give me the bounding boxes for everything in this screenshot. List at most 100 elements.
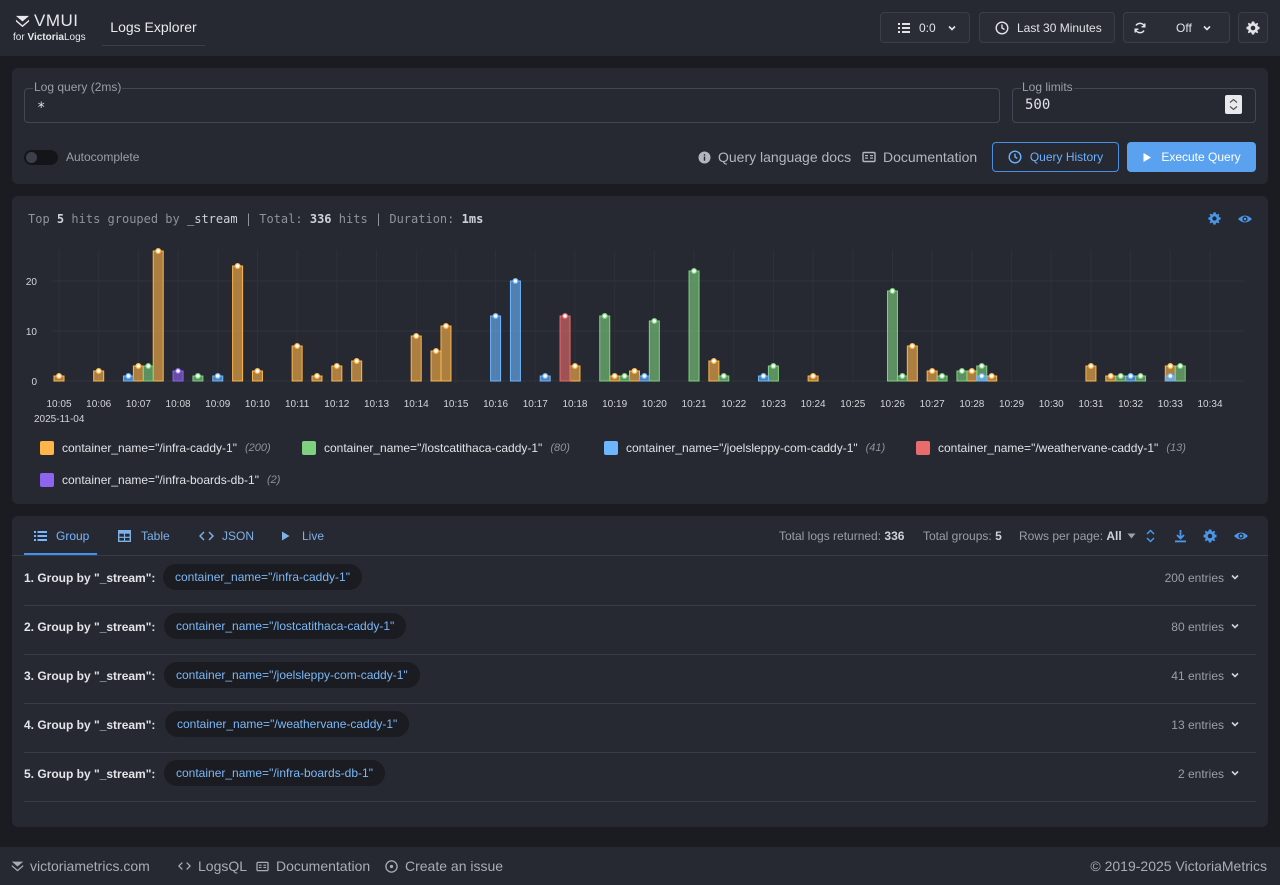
history-icon: [1008, 150, 1022, 164]
documentation-link[interactable]: Documentation: [862, 149, 977, 165]
tenant-label: 0:0: [919, 20, 936, 35]
group-row[interactable]: 4. Group by "_stream": container_name="/w…: [24, 704, 1256, 753]
chart-bar[interactable]: [648, 320, 660, 382]
chart-bar[interactable]: [430, 350, 442, 382]
visibility-eye-icon[interactable]: [1233, 529, 1249, 543]
chart-bar-point: [353, 357, 360, 364]
log-limits-input[interactable]: Log limits 500: [1012, 80, 1256, 123]
chart-bar-point: [1177, 362, 1184, 369]
chevron-down-icon[interactable]: [1230, 719, 1240, 729]
group-row[interactable]: 1. Group by "_stream": container_name="/i…: [24, 557, 1256, 606]
list-icon: [34, 531, 47, 541]
chart-bar[interactable]: [232, 265, 244, 382]
chevron-down-icon[interactable]: [1230, 768, 1240, 778]
chart-settings-icon[interactable]: [1207, 211, 1222, 226]
chart-bar-point: [442, 322, 449, 329]
group-entry-count: 80 entries: [1171, 620, 1224, 634]
total-logs-returned: Total logs returned: 336: [779, 529, 905, 543]
spinner-arrows-icon: [1229, 98, 1238, 111]
chart-bar-point: [313, 373, 320, 380]
tab-table[interactable]: Table: [118, 529, 170, 543]
top-header: VMUI for VictoriaLogs Logs Explorer 0:0 …: [0, 0, 1280, 56]
stream-chip[interactable]: container_name="/weathervane-caddy-1": [165, 711, 410, 737]
group-title: 1. Group by "_stream":: [24, 571, 156, 585]
table-icon: [118, 530, 131, 542]
rows-per-page-selector[interactable]: Rows per page: All: [1019, 529, 1136, 543]
chart-bar-point: [433, 347, 440, 354]
victoria-logo-icon: [11, 861, 24, 871]
autocomplete-toggle[interactable]: [24, 150, 58, 165]
settings-button[interactable]: [1238, 12, 1268, 43]
chart-bar[interactable]: [490, 315, 502, 382]
app-title[interactable]: Logs Explorer: [102, 8, 205, 46]
x-tick-label: 10:13: [364, 399, 389, 410]
legend-item[interactable]: container_name="/infra-boards-db-1" (2): [40, 473, 280, 487]
group-row[interactable]: 5. Group by "_stream": container_name="/i…: [24, 753, 1256, 802]
code-icon: [199, 531, 214, 541]
group-row[interactable]: 2. Group by "_stream": container_name="/l…: [24, 606, 1256, 655]
chart-bar[interactable]: [291, 345, 303, 382]
stream-chip[interactable]: container_name="/joelsleppy-com-caddy-1": [164, 662, 420, 688]
stream-chip[interactable]: container_name="/lostcatithaca-caddy-1": [164, 613, 407, 639]
x-tick-label: 10:26: [880, 399, 905, 410]
chart-visibility-eye-icon[interactable]: [1237, 212, 1253, 226]
footer-documentation-link[interactable]: Documentation: [256, 858, 370, 874]
execute-query-button[interactable]: Execute Query: [1127, 142, 1256, 172]
legend-item[interactable]: container_name="/infra-caddy-1" (200): [40, 441, 271, 455]
log-query-value: *: [37, 100, 46, 116]
chart-bar-point: [691, 267, 698, 274]
chart-bar[interactable]: [886, 290, 898, 382]
number-spinner[interactable]: [1225, 95, 1242, 114]
legend-label: container_name="/infra-caddy-1": [62, 441, 237, 455]
chart-bar[interactable]: [509, 280, 521, 382]
refresh-icon: [1134, 22, 1146, 33]
group-row[interactable]: 3. Group by "_stream": container_name="/j…: [24, 655, 1256, 704]
x-tick-label: 10:18: [562, 399, 587, 410]
chevron-down-icon[interactable]: [1230, 572, 1240, 582]
group-entry-count: 41 entries: [1171, 669, 1224, 683]
display-settings-icon[interactable]: [1202, 528, 1218, 544]
query-history-button[interactable]: Query History: [992, 142, 1119, 172]
chart-bar[interactable]: [410, 335, 422, 382]
refresh-selector[interactable]: Off: [1123, 12, 1230, 43]
legend-item[interactable]: container_name="/weathervane-caddy-1" (13…: [916, 441, 1186, 455]
chart-bar-point: [333, 362, 340, 369]
vmui-logo[interactable]: VMUI for VictoriaLogs: [13, 11, 88, 45]
y-tick-label: 20: [26, 277, 38, 288]
x-tick-label: 10:30: [1039, 399, 1064, 410]
chart-bar[interactable]: [152, 250, 164, 382]
x-tick-label: 10:15: [443, 399, 468, 410]
chevron-down-icon[interactable]: [1230, 621, 1240, 631]
legend-item[interactable]: container_name="/joelsleppy-com-caddy-1"…: [604, 441, 885, 455]
time-range-button[interactable]: Last 30 Minutes: [979, 12, 1115, 43]
footer-logsql-link[interactable]: LogsQL: [178, 858, 247, 874]
tab-json[interactable]: JSON: [199, 529, 254, 543]
download-icon[interactable]: [1174, 529, 1187, 543]
tab-live[interactable]: Live: [281, 529, 324, 543]
log-query-input[interactable]: Log query (2ms) *: [24, 80, 1000, 123]
chart-bar[interactable]: [688, 270, 700, 382]
stream-chip[interactable]: container_name="/infra-boards-db-1": [164, 760, 385, 786]
footer-logsql-label: LogsQL: [198, 858, 248, 874]
chart-bar-point: [214, 373, 221, 380]
chevron-down-icon[interactable]: [1230, 670, 1240, 680]
tenant-selector[interactable]: 0:0: [880, 12, 970, 43]
hits-bar-chart[interactable]: 0 10 20 10:05 10:06 10:07 10:08 10:09 10:10 10:11…: [12, 236, 1268, 432]
chart-bar[interactable]: [440, 325, 452, 382]
logo-name: VMUI: [34, 11, 79, 30]
autocomplete-label: Autocomplete: [66, 150, 140, 164]
footer-issue-link[interactable]: Create an issue: [385, 858, 503, 874]
tab-group[interactable]: Group: [34, 529, 89, 543]
chart-bar[interactable]: [599, 315, 611, 382]
chart-bar-point: [929, 368, 936, 375]
query-language-docs-link[interactable]: Query language docs: [698, 149, 851, 165]
expand-collapse-icon[interactable]: [1146, 529, 1155, 543]
book-icon: [256, 861, 269, 871]
chart-bar-point: [760, 373, 767, 380]
legend-item[interactable]: container_name="/lostcatithaca-caddy-1" (…: [302, 441, 570, 455]
chart-bar[interactable]: [559, 315, 571, 382]
footer-site-link[interactable]: victoriametrics.com: [11, 858, 150, 874]
stream-chip[interactable]: container_name="/infra-caddy-1": [163, 564, 362, 590]
clock-icon: [995, 20, 1009, 35]
chart-bar[interactable]: [906, 345, 918, 382]
